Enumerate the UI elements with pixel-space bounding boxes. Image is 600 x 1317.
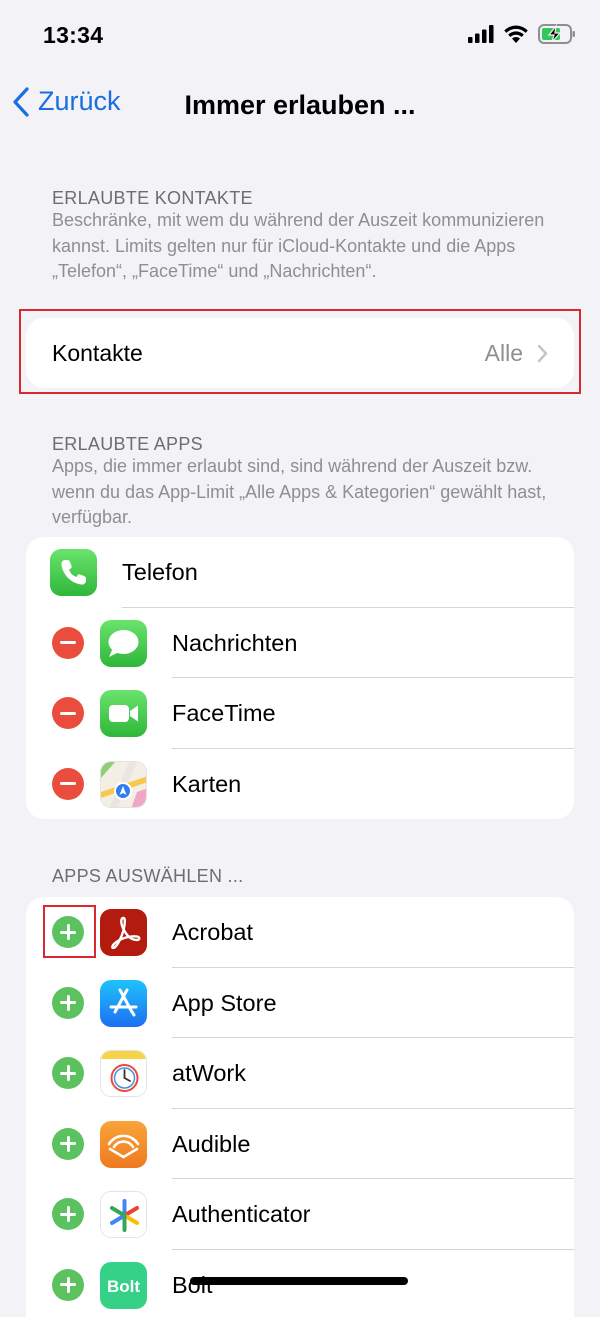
messages-icon bbox=[100, 620, 147, 667]
allowed-app-row: FaceTime bbox=[26, 678, 574, 749]
choose-apps-group: Acrobat App Store atWork bbox=[26, 897, 574, 1317]
add-app-button[interactable] bbox=[52, 987, 84, 1019]
choose-app-row: Authenticator bbox=[26, 1179, 574, 1250]
facetime-icon bbox=[100, 690, 147, 737]
remove-app-button[interactable] bbox=[52, 627, 84, 659]
bolt-icon: Bolt bbox=[100, 1262, 147, 1309]
section-description-allowed-apps: Apps, die immer erlaubt sind, sind währe… bbox=[52, 454, 552, 531]
add-app-button[interactable] bbox=[52, 1269, 84, 1301]
audible-icon bbox=[100, 1121, 147, 1168]
home-indicator bbox=[190, 1277, 408, 1285]
allowed-app-row: Karten bbox=[26, 749, 574, 820]
choose-app-row: Audible bbox=[26, 1109, 574, 1180]
add-app-button[interactable] bbox=[52, 1057, 84, 1089]
app-name: atWork bbox=[172, 1060, 246, 1087]
section-description-allowed-contacts: Beschränke, mit wem du während der Ausze… bbox=[52, 208, 552, 285]
battery-charging-icon bbox=[538, 24, 576, 44]
status-time: 13:34 bbox=[43, 22, 103, 49]
navigation-bar: Zurück Immer erlauben ... bbox=[0, 76, 600, 136]
cellular-signal-icon bbox=[468, 25, 494, 43]
app-store-icon bbox=[100, 980, 147, 1027]
page-title: Immer erlauben ... bbox=[0, 90, 600, 121]
app-name: Audible bbox=[172, 1131, 250, 1158]
wifi-icon bbox=[503, 25, 529, 44]
app-name: Bolt bbox=[172, 1272, 213, 1299]
choose-app-row: App Store bbox=[26, 968, 574, 1039]
app-name: Telefon bbox=[122, 559, 198, 586]
allowed-app-row: Nachrichten bbox=[26, 608, 574, 679]
app-name: Authenticator bbox=[172, 1201, 310, 1228]
authenticator-icon bbox=[100, 1191, 147, 1238]
atwork-icon bbox=[100, 1050, 147, 1097]
choose-app-row: Acrobat bbox=[26, 897, 574, 968]
svg-text:Bolt: Bolt bbox=[107, 1277, 140, 1296]
app-name: Karten bbox=[172, 771, 241, 798]
app-name: FaceTime bbox=[172, 700, 276, 727]
remove-app-button[interactable] bbox=[52, 697, 84, 729]
choose-app-row: atWork bbox=[26, 1038, 574, 1109]
phone-icon bbox=[50, 549, 97, 596]
acrobat-icon bbox=[100, 909, 147, 956]
section-header-choose-apps: APPS AUSWÄHLEN ... bbox=[52, 866, 243, 887]
allowed-apps-group: Telefon Nachrichten FaceTime bbox=[26, 537, 574, 819]
section-header-allowed-apps: ERLAUBTE APPS bbox=[52, 434, 203, 455]
add-app-button[interactable] bbox=[52, 1198, 84, 1230]
status-bar: 13:34 bbox=[0, 0, 600, 74]
add-button-highlight-frame bbox=[43, 905, 96, 958]
app-name: App Store bbox=[172, 990, 277, 1017]
maps-icon bbox=[100, 761, 147, 808]
section-header-allowed-contacts: ERLAUBTE KONTAKTE bbox=[52, 188, 253, 209]
app-name: Nachrichten bbox=[172, 630, 297, 657]
contacts-highlight-frame bbox=[19, 309, 581, 394]
allowed-app-row: Telefon bbox=[26, 537, 574, 608]
status-icons bbox=[468, 24, 576, 44]
remove-app-button[interactable] bbox=[52, 768, 84, 800]
app-name: Acrobat bbox=[172, 919, 253, 946]
add-app-button[interactable] bbox=[52, 1128, 84, 1160]
